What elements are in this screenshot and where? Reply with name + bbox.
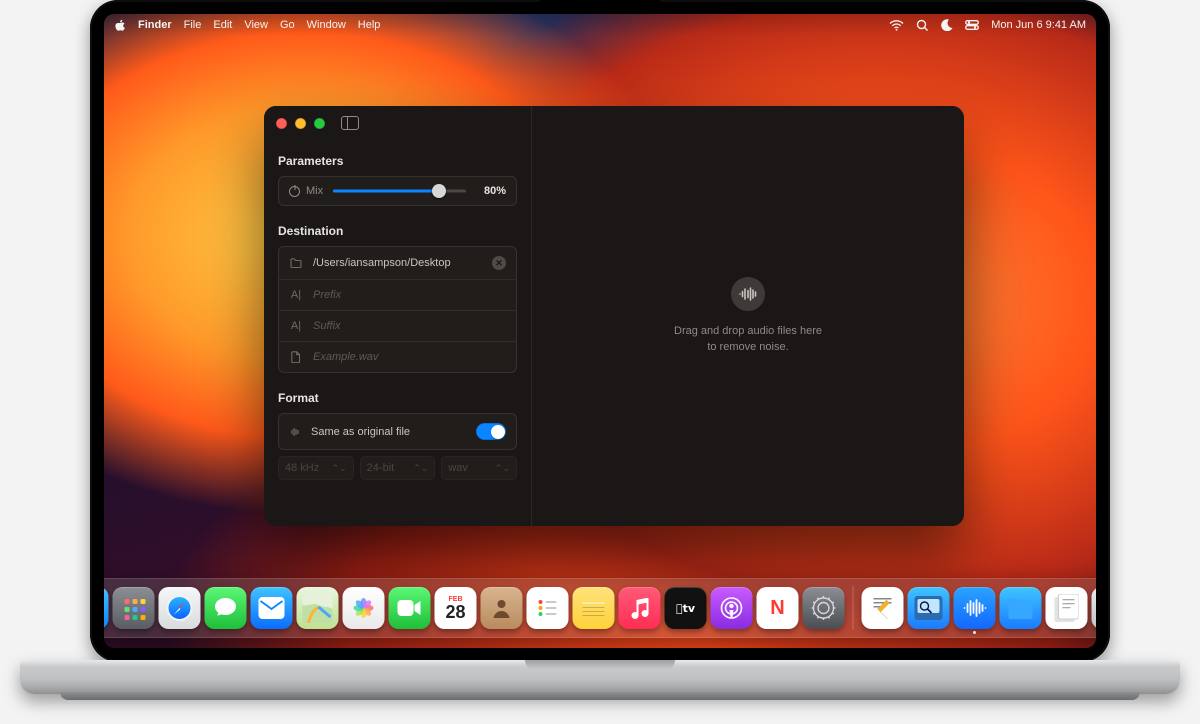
dock-app-safari[interactable]: [159, 587, 201, 629]
section-parameters: Parameters Mix 80%: [264, 140, 531, 210]
suffix-field[interactable]: A| Suffix: [279, 310, 516, 341]
example-filename-field: Example.wav: [279, 341, 516, 372]
dock-app-preview[interactable]: [908, 587, 950, 629]
menu-edit[interactable]: Edit: [213, 19, 232, 31]
wifi-icon[interactable]: [889, 20, 904, 31]
prefix-placeholder: Prefix: [313, 289, 341, 301]
dock-app-facetime[interactable]: [389, 587, 431, 629]
menu-help[interactable]: Help: [358, 19, 381, 31]
dock-app-messages[interactable]: [205, 587, 247, 629]
dock-app-notes[interactable]: [573, 587, 615, 629]
do-not-disturb-icon[interactable]: [941, 19, 953, 31]
dock-app-calendar[interactable]: FEB28: [435, 587, 477, 629]
dock-app-contacts[interactable]: [481, 587, 523, 629]
mix-slider[interactable]: [333, 186, 466, 196]
control-center-icon[interactable]: [965, 20, 979, 30]
section-format: Format Same as original file 48 kHz⌃⌄ 24…: [264, 377, 531, 484]
display: Finder File Edit View Go Window Help: [104, 14, 1096, 648]
sidebar: Parameters Mix 80%: [264, 106, 532, 526]
dock-app-maps[interactable]: [297, 587, 339, 629]
apple-menu-icon[interactable]: [114, 19, 126, 32]
spotlight-icon[interactable]: [916, 19, 929, 32]
dock-app-music[interactable]: [619, 587, 661, 629]
menubar: Finder File Edit View Go Window Help: [104, 14, 1096, 36]
dock-app-mail[interactable]: [251, 587, 293, 629]
dock-app-reminders[interactable]: [527, 587, 569, 629]
prefix-field[interactable]: A| Prefix: [279, 279, 516, 310]
chevron-updown-icon: ⌃⌄: [332, 463, 347, 474]
laptop-foot-shadow: [60, 692, 1140, 700]
dock-app-trash[interactable]: [1092, 587, 1097, 629]
bit-depth-select[interactable]: 24-bit⌃⌄: [360, 456, 436, 480]
dock-app-downloads[interactable]: [1000, 587, 1042, 629]
traffic-light-close[interactable]: [276, 118, 287, 129]
same-as-original-label: Same as original file: [311, 426, 410, 438]
dock-app-podcasts[interactable]: [711, 587, 753, 629]
menu-window[interactable]: Window: [307, 19, 346, 31]
dock-app-launchpad[interactable]: [113, 587, 155, 629]
menu-file[interactable]: File: [184, 19, 202, 31]
example-filename: Example.wav: [313, 351, 378, 363]
titlebar[interactable]: [264, 106, 531, 140]
dock-app-textedit[interactable]: [862, 587, 904, 629]
dock-app-hush[interactable]: [954, 587, 996, 629]
mix-label: Mix: [306, 185, 323, 197]
same-as-original-row: Same as original file: [278, 413, 517, 450]
menu-go[interactable]: Go: [280, 19, 295, 31]
mix-row: Mix 80%: [278, 176, 517, 206]
text-prefix-icon: A|: [289, 289, 303, 301]
display-notch: [540, 0, 660, 14]
dock-separator: [853, 586, 854, 630]
dock-app-photos[interactable]: [343, 587, 385, 629]
document-icon: [289, 351, 303, 363]
sample-rate-select[interactable]: 48 kHz⌃⌄: [278, 456, 354, 480]
mix-value: 80%: [476, 185, 506, 197]
section-title-format: Format: [278, 391, 517, 405]
container-select[interactable]: wav⌃⌄: [441, 456, 517, 480]
menu-view[interactable]: View: [244, 19, 268, 31]
dock-app-documents[interactable]: [1046, 587, 1088, 629]
toggle-sidebar-icon[interactable]: [341, 116, 359, 130]
clear-destination-icon[interactable]: ✕: [492, 256, 506, 270]
dock-app-tv[interactable]: tv: [665, 587, 707, 629]
chevron-updown-icon: ⌃⌄: [413, 463, 428, 474]
waveform-icon: [731, 277, 765, 311]
laptop-frame: Finder File Edit View Go Window Help: [90, 0, 1110, 662]
destination-path-field[interactable]: /Users/iansampson/Desktop ✕: [279, 247, 516, 279]
folder-icon: [289, 258, 303, 268]
dock-app-news[interactable]: N: [757, 587, 799, 629]
text-suffix-icon: A|: [289, 320, 303, 332]
section-title-destination: Destination: [278, 224, 517, 238]
dial-icon: [289, 186, 300, 197]
dock-app-finder[interactable]: [104, 587, 109, 629]
section-title-parameters: Parameters: [278, 154, 517, 168]
laptop-base: [20, 660, 1180, 694]
waveform-mini-icon: [289, 427, 301, 437]
drop-zone[interactable]: Drag and drop audio files here to remove…: [532, 106, 964, 526]
suffix-placeholder: Suffix: [313, 320, 341, 332]
menubar-app-name[interactable]: Finder: [138, 19, 172, 31]
dock: FEB28 tv N: [104, 578, 1096, 638]
traffic-light-minimize[interactable]: [295, 118, 306, 129]
drop-zone-text: Drag and drop audio files here to remove…: [674, 323, 822, 356]
menubar-clock[interactable]: Mon Jun 6 9:41 AM: [991, 19, 1086, 31]
destination-path-value: /Users/iansampson/Desktop: [313, 257, 451, 269]
section-destination: Destination /Users/iansampson/Desktop ✕ …: [264, 210, 531, 377]
chevron-updown-icon: ⌃⌄: [495, 463, 510, 474]
traffic-light-zoom[interactable]: [314, 118, 325, 129]
dock-app-settings[interactable]: [803, 587, 845, 629]
app-window: Parameters Mix 80%: [264, 106, 964, 526]
same-as-original-toggle[interactable]: [476, 423, 506, 440]
